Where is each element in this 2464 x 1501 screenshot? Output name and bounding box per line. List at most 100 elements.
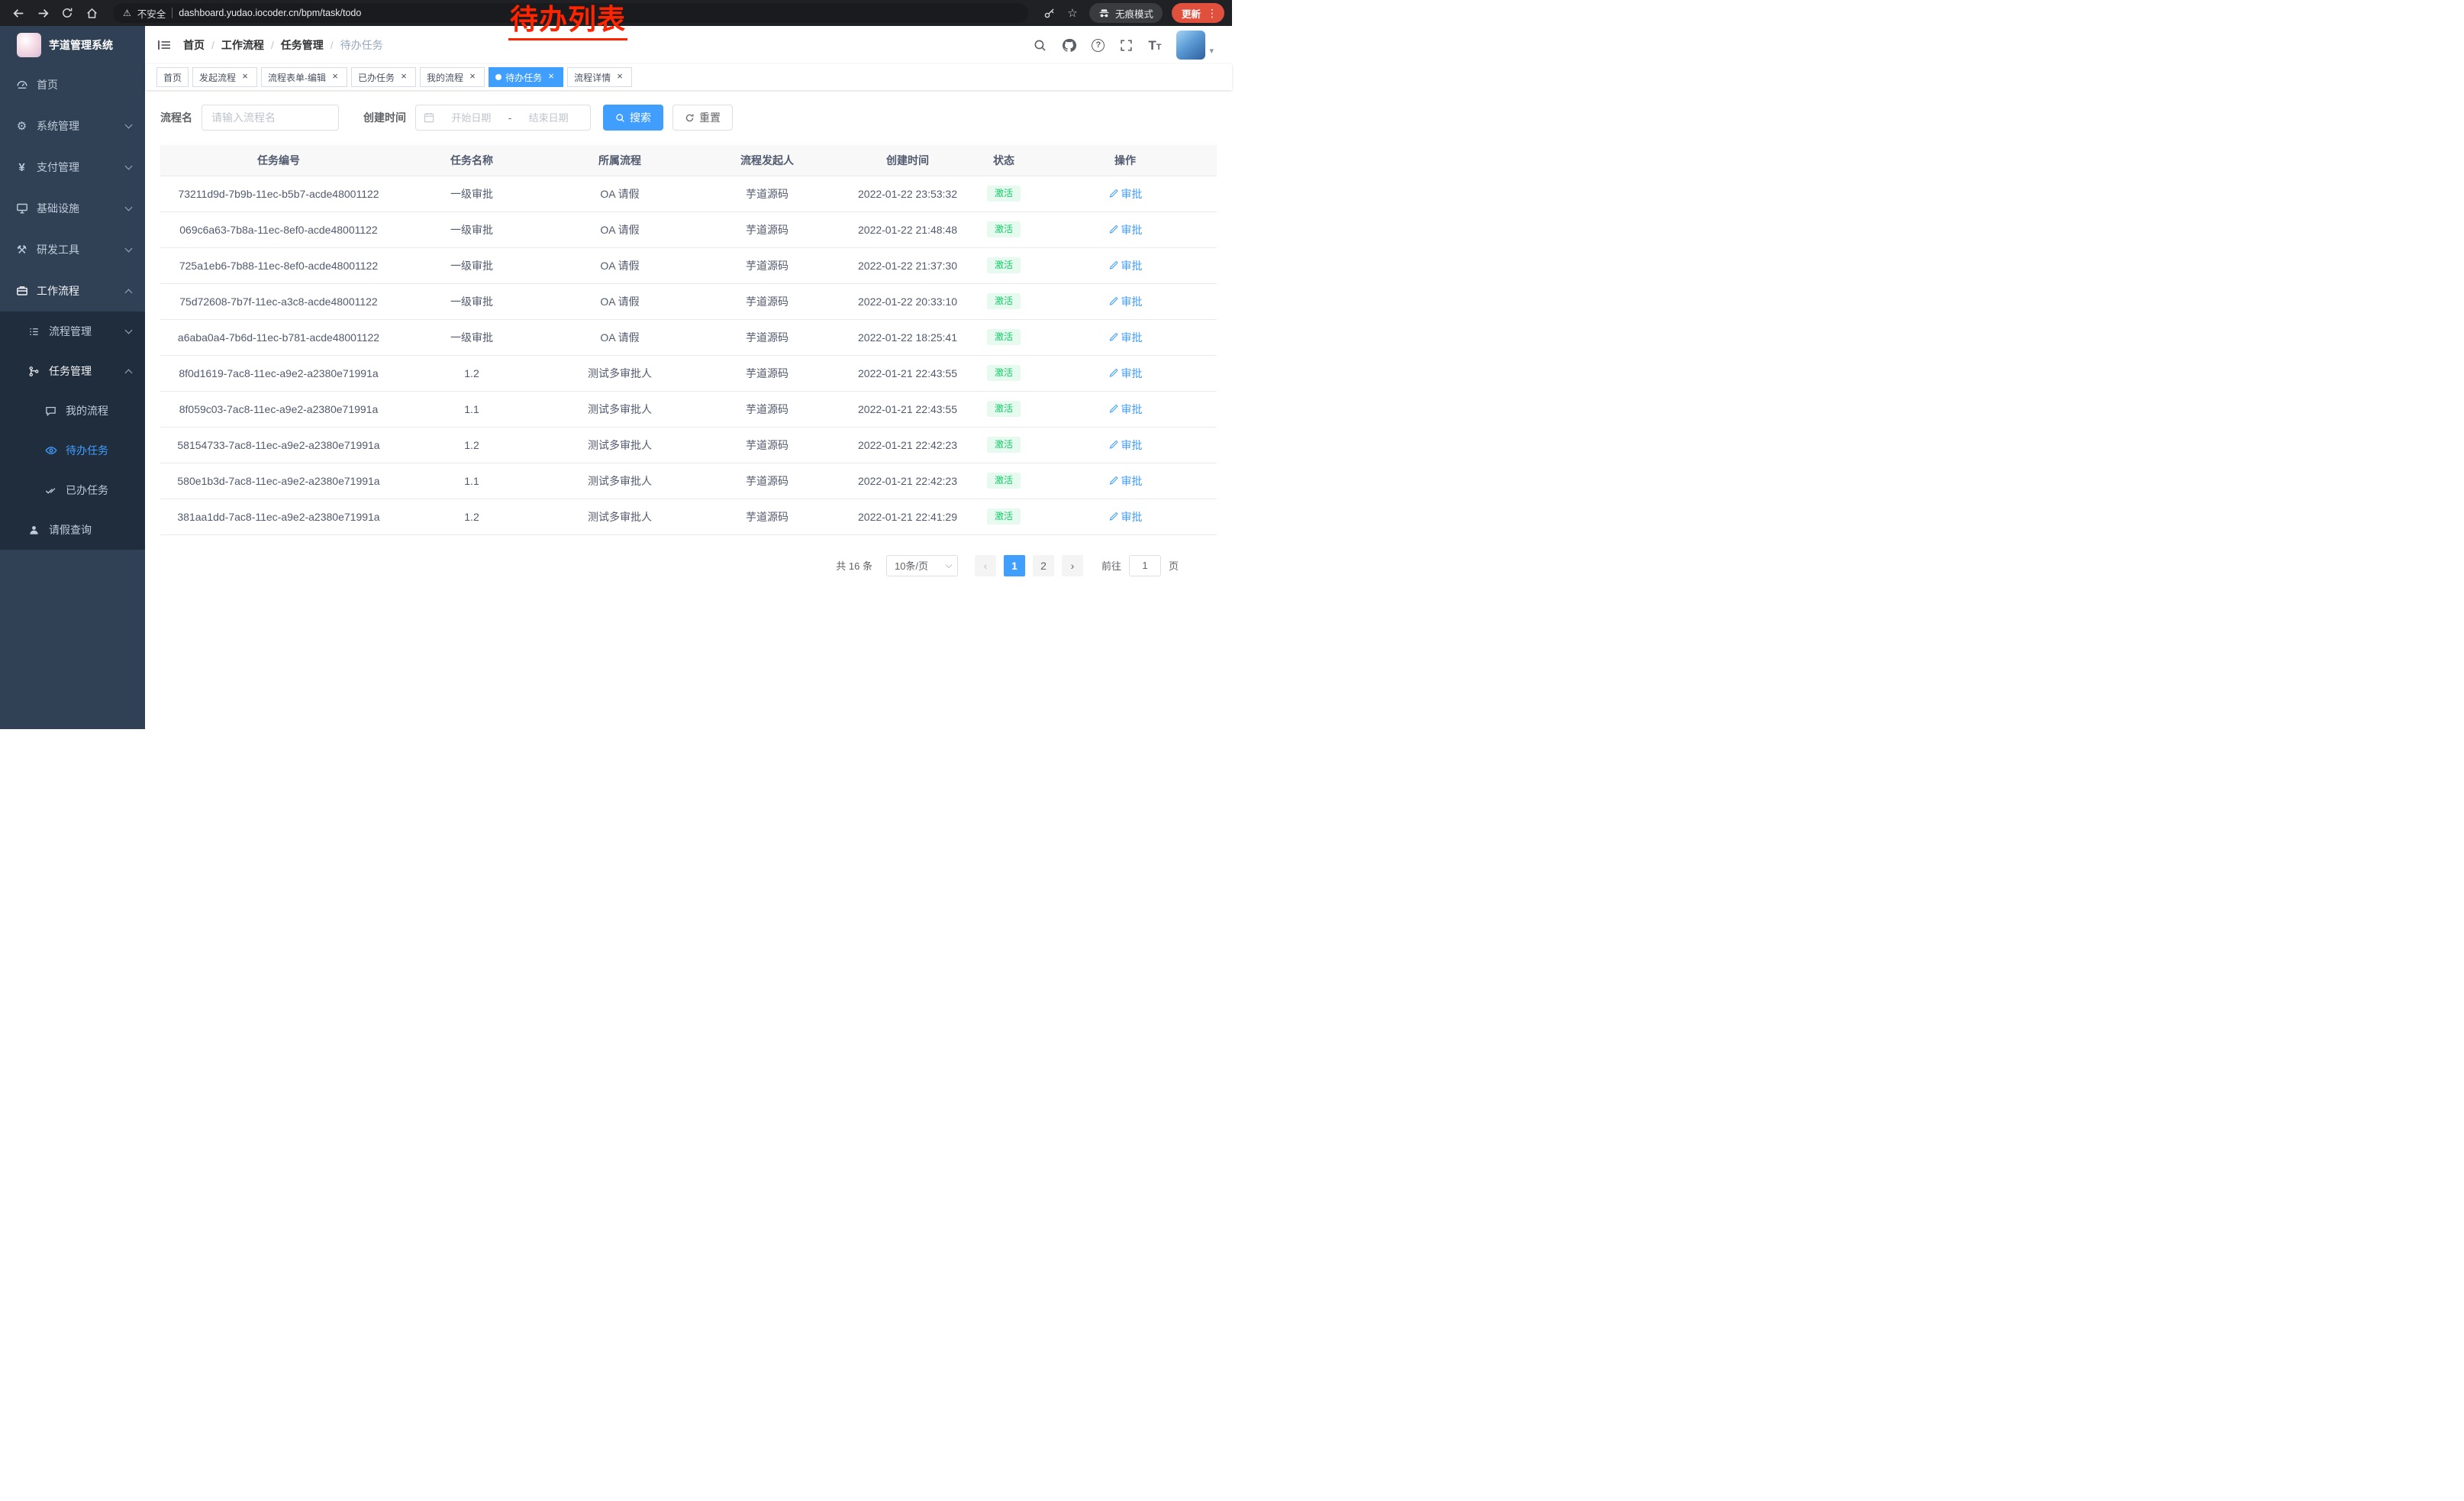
tab-process-detail[interactable]: 流程详情 × bbox=[567, 67, 632, 87]
sidebar-collapse-icon[interactable] bbox=[145, 26, 183, 64]
page-button-1[interactable]: 1 bbox=[1004, 555, 1025, 576]
help-icon[interactable]: ? bbox=[1092, 39, 1105, 52]
cell-initiator: 芋道源码 bbox=[693, 176, 841, 211]
tab-my-processes[interactable]: 我的流程 × bbox=[420, 67, 485, 87]
update-label: 更新 bbox=[1182, 6, 1201, 21]
cell-process: 测试多审批人 bbox=[547, 427, 693, 463]
sidebar-item-process-management[interactable]: 流程管理 bbox=[0, 311, 145, 351]
navbar: 首页 / 工作流程 / 任务管理 / 待办任务 ? TT bbox=[145, 26, 1232, 64]
browser-update-button[interactable]: 更新 ⋮ bbox=[1172, 3, 1224, 23]
approve-link[interactable]: 审批 bbox=[1108, 509, 1143, 525]
tab-home[interactable]: 首页 bbox=[156, 67, 189, 87]
cell-initiator: 芋道源码 bbox=[693, 247, 841, 283]
approve-link[interactable]: 审批 bbox=[1108, 366, 1143, 381]
avatar[interactable] bbox=[1176, 31, 1205, 60]
edit-icon bbox=[1108, 368, 1118, 378]
font-size-icon[interactable]: TT bbox=[1148, 39, 1161, 52]
sidebar-item-done-tasks[interactable]: 已办任务 bbox=[0, 470, 145, 510]
fullscreen-icon[interactable] bbox=[1120, 39, 1133, 52]
sidebar-item-infrastructure[interactable]: 基础设施 bbox=[0, 188, 145, 229]
font-size-large: T bbox=[1148, 38, 1156, 53]
approve-link[interactable]: 审批 bbox=[1108, 258, 1143, 273]
breadcrumb-workflow[interactable]: 工作流程 bbox=[221, 37, 264, 53]
approve-link[interactable]: 审批 bbox=[1108, 294, 1143, 309]
approve-link[interactable]: 审批 bbox=[1108, 222, 1143, 237]
close-icon[interactable]: × bbox=[398, 72, 409, 82]
tab-done-tasks[interactable]: 已办任务 × bbox=[351, 67, 416, 87]
cell-process: 测试多审批人 bbox=[547, 499, 693, 534]
close-icon[interactable]: × bbox=[614, 72, 625, 82]
sidebar-item-my-processes[interactable]: 我的流程 bbox=[0, 391, 145, 431]
bookmark-star-icon[interactable]: ☆ bbox=[1063, 6, 1082, 20]
breadcrumb-task-management[interactable]: 任务管理 bbox=[281, 37, 324, 53]
status-badge: 激活 bbox=[987, 257, 1021, 274]
url-text[interactable]: dashboard.yudao.iocoder.cn/bpm/task/todo bbox=[179, 8, 361, 18]
chevron-down-icon bbox=[946, 561, 952, 567]
tab-label: 流程详情 bbox=[574, 71, 611, 84]
tab-form-edit[interactable]: 流程表单-编辑 × bbox=[261, 67, 347, 87]
close-icon[interactable]: × bbox=[546, 72, 556, 82]
tab-todo-tasks[interactable]: 待办任务 × bbox=[489, 67, 563, 87]
next-page-button[interactable]: › bbox=[1062, 555, 1083, 576]
breadcrumb-home[interactable]: 首页 bbox=[183, 37, 205, 53]
cell-task-name: 一级审批 bbox=[397, 176, 547, 211]
cell-actions: 审批 bbox=[1034, 499, 1217, 534]
sidebar-item-label: 待办任务 bbox=[66, 443, 108, 458]
sidebar-item-label: 首页 bbox=[37, 77, 58, 92]
process-name-input[interactable] bbox=[202, 105, 339, 131]
approve-link[interactable]: 审批 bbox=[1108, 402, 1143, 417]
process-name-label: 流程名 bbox=[160, 110, 192, 125]
cell-initiator: 芋道源码 bbox=[693, 355, 841, 391]
cell-status: 激活 bbox=[974, 463, 1034, 499]
reset-button[interactable]: 重置 bbox=[672, 105, 733, 131]
sidebar-item-system[interactable]: ⚙ 系统管理 bbox=[0, 105, 145, 147]
table-body: 73211d9d-7b9b-11ec-b5b7-acde48001122 一级审… bbox=[160, 176, 1217, 534]
sidebar-item-todo-tasks[interactable]: 待办任务 bbox=[0, 431, 145, 470]
sidebar-item-label: 系统管理 bbox=[37, 118, 79, 134]
cell-task-name: 一级审批 bbox=[397, 283, 547, 319]
cell-created: 2022-01-21 22:41:29 bbox=[841, 499, 974, 534]
column-header-created: 创建时间 bbox=[841, 145, 974, 176]
cell-task-id: 381aa1dd-7ac8-11ec-a9e2-a2380e71991a bbox=[160, 499, 397, 534]
start-date-input[interactable] bbox=[437, 111, 505, 124]
user-menu[interactable]: ▾ bbox=[1176, 31, 1214, 60]
github-icon[interactable] bbox=[1062, 38, 1076, 53]
sidebar-item-leave-query[interactable]: 请假查询 bbox=[0, 510, 145, 550]
sidebar-item-workflow[interactable]: 工作流程 bbox=[0, 270, 145, 311]
sidebar-item-payment[interactable]: ¥ 支付管理 bbox=[0, 147, 145, 188]
page-size-select[interactable]: 10条/页 bbox=[886, 555, 958, 576]
prev-page-button[interactable]: ‹ bbox=[975, 555, 996, 576]
close-icon[interactable]: × bbox=[330, 72, 340, 82]
approve-link[interactable]: 审批 bbox=[1108, 437, 1143, 453]
sidebar-item-devtools[interactable]: ⚒ 研发工具 bbox=[0, 229, 145, 270]
app-title: 芋道管理系统 bbox=[49, 37, 113, 53]
forward-icon[interactable] bbox=[32, 2, 53, 24]
page-button-2[interactable]: 2 bbox=[1033, 555, 1054, 576]
sidebar-item-task-management[interactable]: 任务管理 bbox=[0, 351, 145, 391]
sidebar-item-home[interactable]: 首页 bbox=[0, 64, 145, 105]
app-logo[interactable]: 芋道管理系统 bbox=[0, 26, 145, 64]
approve-link[interactable]: 审批 bbox=[1108, 330, 1143, 345]
goto-page-input[interactable] bbox=[1129, 555, 1161, 576]
date-range-picker[interactable]: - bbox=[415, 105, 591, 131]
search-icon[interactable] bbox=[1034, 39, 1047, 52]
column-header-status: 状态 bbox=[974, 145, 1034, 176]
security-label[interactable]: 不安全 bbox=[137, 6, 166, 21]
tab-label: 流程表单-编辑 bbox=[268, 71, 326, 84]
approve-link[interactable]: 审批 bbox=[1108, 186, 1143, 202]
password-key-icon[interactable] bbox=[1039, 2, 1060, 24]
status-badge: 激活 bbox=[987, 508, 1021, 525]
tab-start-process[interactable]: 发起流程 × bbox=[192, 67, 257, 87]
refresh-icon[interactable] bbox=[56, 2, 78, 24]
close-icon[interactable]: × bbox=[467, 72, 478, 82]
search-button[interactable]: 搜索 bbox=[603, 105, 663, 131]
column-header-task-id: 任务编号 bbox=[160, 145, 397, 176]
sidebar-item-label: 流程管理 bbox=[49, 324, 92, 339]
close-icon[interactable]: × bbox=[240, 72, 250, 82]
back-icon[interactable] bbox=[8, 2, 29, 24]
home-icon[interactable] bbox=[81, 2, 102, 24]
approve-link[interactable]: 审批 bbox=[1108, 473, 1143, 489]
menu-kebab-icon[interactable]: ⋮ bbox=[1207, 7, 1217, 20]
end-date-input[interactable] bbox=[514, 111, 582, 124]
breadcrumb-separator: / bbox=[211, 39, 214, 51]
